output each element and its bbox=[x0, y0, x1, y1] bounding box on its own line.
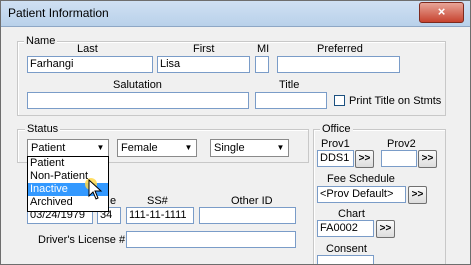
birth-date-label: e bbox=[110, 195, 117, 207]
last-name-field[interactable]: Farhangi bbox=[27, 56, 153, 73]
chart-field[interactable]: FA0002 bbox=[317, 220, 374, 237]
marital-status-combo-value: Single bbox=[214, 142, 245, 154]
prov1-label: Prov1 bbox=[321, 138, 350, 150]
status-group-label: Status bbox=[25, 123, 61, 135]
chevron-down-icon: ▼ bbox=[276, 143, 285, 152]
patient-information-window: Patient Information × Name Last Farhangi… bbox=[0, 0, 471, 265]
salutation-label: Salutation bbox=[113, 79, 162, 91]
middle-initial-field[interactable] bbox=[255, 56, 269, 73]
fee-schedule-label: Fee Schedule bbox=[327, 173, 395, 185]
chart-label: Chart bbox=[338, 208, 365, 220]
other-id-label: Other ID bbox=[231, 195, 273, 207]
last-name-label: Last bbox=[77, 43, 98, 55]
title-field[interactable] bbox=[255, 92, 327, 109]
print-title-label: Print Title on Stmts bbox=[349, 95, 442, 107]
prov2-more-button[interactable]: >> bbox=[418, 150, 437, 168]
preferred-name-label: Preferred bbox=[317, 43, 363, 55]
other-id-field[interactable] bbox=[199, 207, 296, 224]
salutation-field[interactable] bbox=[27, 92, 249, 109]
middle-initial-label: MI bbox=[257, 43, 270, 55]
prov2-field[interactable] bbox=[381, 150, 417, 167]
first-name-label: First bbox=[193, 43, 215, 55]
drivers-license-label: Driver's License # bbox=[38, 234, 126, 246]
title-bar: Patient Information × bbox=[1, 1, 470, 27]
chevron-down-icon: ▼ bbox=[96, 143, 105, 152]
name-group-label: Name bbox=[24, 35, 58, 47]
status-combo-value: Patient bbox=[31, 142, 66, 154]
ssn-label: SS# bbox=[147, 195, 168, 207]
ssn-field[interactable]: 111-11-1111 bbox=[126, 207, 194, 224]
consent-label: Consent bbox=[326, 243, 367, 255]
prov1-more-button[interactable]: >> bbox=[355, 150, 374, 168]
prov1-field[interactable]: DDS1 bbox=[317, 150, 354, 167]
fee-schedule-more-button[interactable]: >> bbox=[408, 186, 427, 204]
marital-status-combo[interactable]: Single ▼ bbox=[210, 139, 289, 157]
prov2-label: Prov2 bbox=[387, 138, 416, 150]
title-label: Title bbox=[279, 79, 300, 91]
status-option-patient[interactable]: Patient bbox=[28, 157, 108, 170]
gender-combo[interactable]: Female ▼ bbox=[117, 139, 197, 157]
drivers-license-field[interactable] bbox=[126, 231, 296, 248]
first-name-field[interactable]: Lisa bbox=[157, 56, 250, 73]
fee-schedule-field[interactable]: <Prov Default> bbox=[317, 186, 406, 203]
mouse-cursor-icon bbox=[85, 178, 103, 200]
preferred-name-field[interactable] bbox=[277, 56, 400, 73]
office-group-label: Office bbox=[320, 123, 353, 135]
window-title: Patient Information bbox=[8, 6, 109, 20]
status-combo[interactable]: Patient ▼ bbox=[27, 139, 109, 157]
gender-combo-value: Female bbox=[121, 142, 158, 154]
print-title-checkbox[interactable] bbox=[334, 95, 345, 106]
consent-field[interactable] bbox=[317, 255, 374, 264]
chevron-down-icon: ▼ bbox=[184, 143, 193, 152]
chart-more-button[interactable]: >> bbox=[376, 220, 395, 238]
close-button[interactable]: × bbox=[419, 2, 464, 23]
